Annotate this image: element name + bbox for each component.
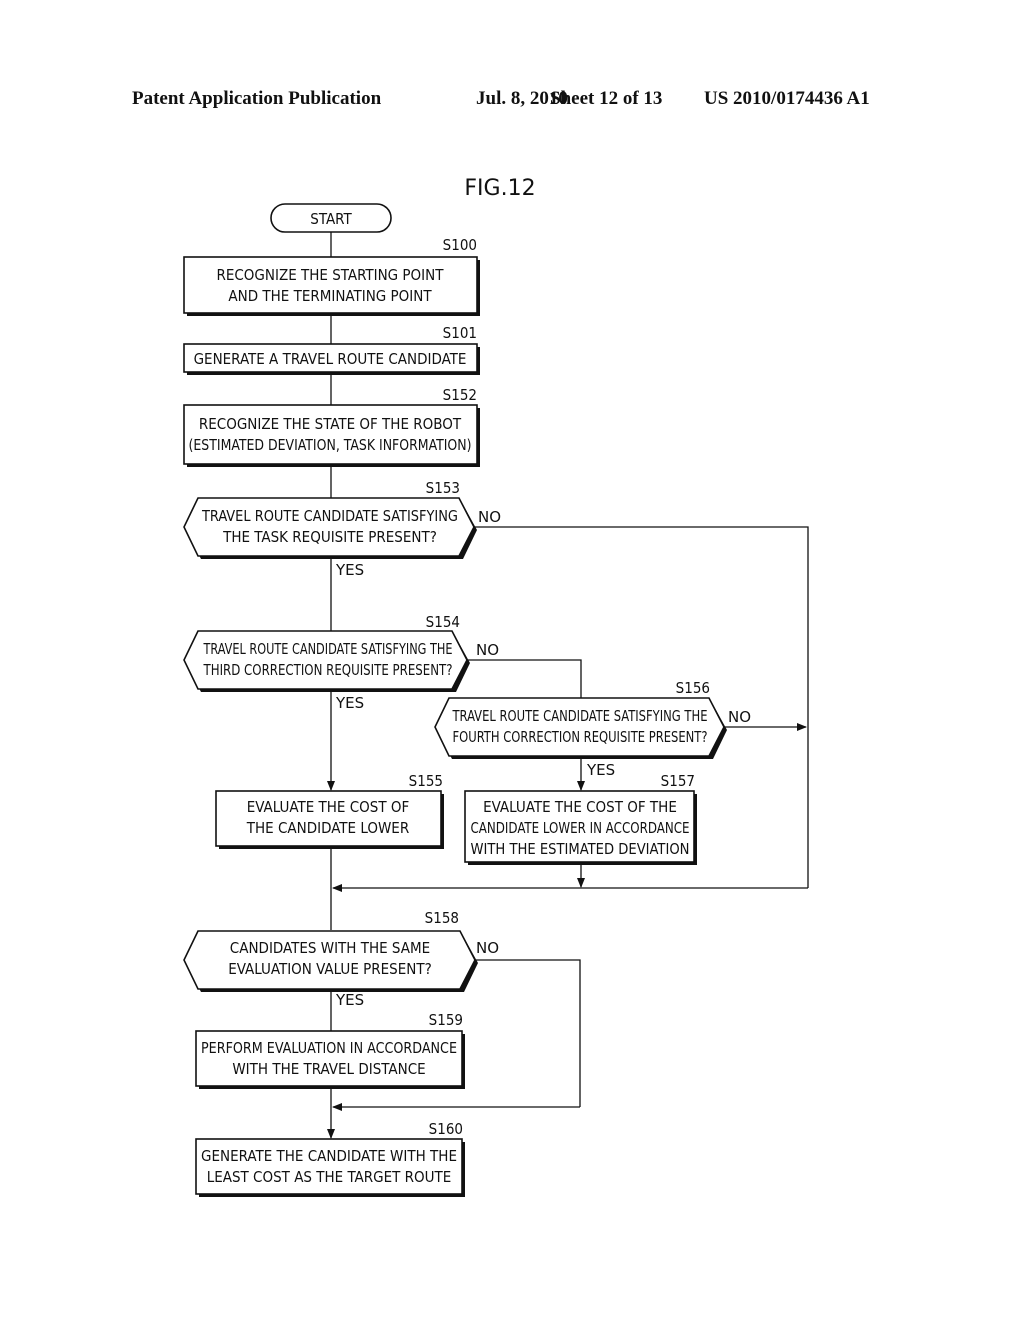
step-text-line: CANDIDATE LOWER IN ACCORDANCE — [471, 819, 690, 837]
step-id: S154 — [426, 613, 460, 631]
step-id: S156 — [676, 679, 710, 697]
step-id: S101 — [443, 324, 477, 342]
step-text-line: RECOGNIZE THE STARTING POINT — [216, 266, 444, 284]
step-id: S157 — [661, 772, 695, 790]
no-label: NO — [728, 708, 751, 726]
step-text-line: GENERATE A TRAVEL ROUTE CANDIDATE — [194, 350, 467, 368]
decision-s158: S158 CANDIDATES WITH THE SAME EVALUATION… — [183, 909, 499, 1009]
no-label: NO — [478, 508, 501, 526]
step-id: S100 — [443, 236, 477, 254]
step-text-line: (ESTIMATED DEVIATION, TASK INFORMATION) — [189, 436, 472, 454]
step-text-line: THE TASK REQUISITE PRESENT? — [222, 528, 437, 546]
flowchart: FIG.12 START S100 RECOGNIZE THE STARTING… — [183, 176, 809, 1197]
step-text-line: WITH THE TRAVEL DISTANCE — [232, 1060, 425, 1078]
step-id: S158 — [425, 909, 459, 927]
step-id: S160 — [429, 1120, 463, 1138]
decision-s153: S153 TRAVEL ROUTE CANDIDATE SATISFYING T… — [183, 479, 501, 579]
step-text-line: LEAST COST AS THE TARGET ROUTE — [207, 1168, 452, 1186]
step-text-line: GENERATE THE CANDIDATE WITH THE — [201, 1147, 457, 1165]
yes-label: YES — [586, 761, 615, 779]
step-text-line: TRAVEL ROUTE CANDIDATE SATISFYING THE — [203, 640, 453, 658]
step-s152: S152 RECOGNIZE THE STATE OF THE ROBOT (E… — [183, 386, 480, 467]
figure-title: FIG.12 — [464, 176, 535, 201]
step-text-line: EVALUATE THE COST OF — [247, 798, 410, 816]
yes-label: YES — [335, 561, 364, 579]
yes-label: YES — [335, 991, 364, 1009]
step-s101: S101 GENERATE A TRAVEL ROUTE CANDIDATE — [183, 324, 480, 375]
step-text-line: FOURTH CORRECTION REQUISITE PRESENT? — [453, 728, 708, 746]
step-text-line: AND THE TERMINATING POINT — [228, 287, 432, 305]
start-label: START — [310, 210, 352, 228]
no-label: NO — [476, 939, 499, 957]
step-text-line: TRAVEL ROUTE CANDIDATE SATISFYING — [201, 507, 458, 525]
step-text-line: CANDIDATES WITH THE SAME — [230, 939, 430, 957]
step-text-line: RECOGNIZE THE STATE OF THE ROBOT — [199, 415, 462, 433]
step-text-line: EVALUATION VALUE PRESENT? — [228, 960, 432, 978]
step-id: S155 — [409, 772, 443, 790]
step-id: S152 — [443, 386, 477, 404]
yes-label: YES — [335, 694, 364, 712]
step-text-line: THIRD CORRECTION REQUISITE PRESENT? — [203, 661, 453, 679]
decision-s156: S156 TRAVEL ROUTE CANDIDATE SATISFYING T… — [434, 679, 751, 779]
step-s155: S155 EVALUATE THE COST OF THE CANDIDATE … — [215, 772, 444, 849]
no-label: NO — [476, 641, 499, 659]
step-text-line: THE CANDIDATE LOWER — [246, 819, 409, 837]
step-text-line: WITH THE ESTIMATED DEVIATION — [471, 840, 690, 858]
decision-s154: S154 TRAVEL ROUTE CANDIDATE SATISFYING T… — [183, 613, 499, 712]
step-id: S159 — [429, 1011, 463, 1029]
step-text-line: TRAVEL ROUTE CANDIDATE SATISFYING THE — [452, 707, 708, 725]
step-s100: S100 RECOGNIZE THE STARTING POINT AND TH… — [183, 236, 480, 316]
start-terminal: START — [270, 203, 392, 233]
step-id: S153 — [426, 479, 460, 497]
step-text-line: PERFORM EVALUATION IN ACCORDANCE — [201, 1039, 457, 1057]
step-text-line: EVALUATE THE COST OF THE — [483, 798, 677, 816]
